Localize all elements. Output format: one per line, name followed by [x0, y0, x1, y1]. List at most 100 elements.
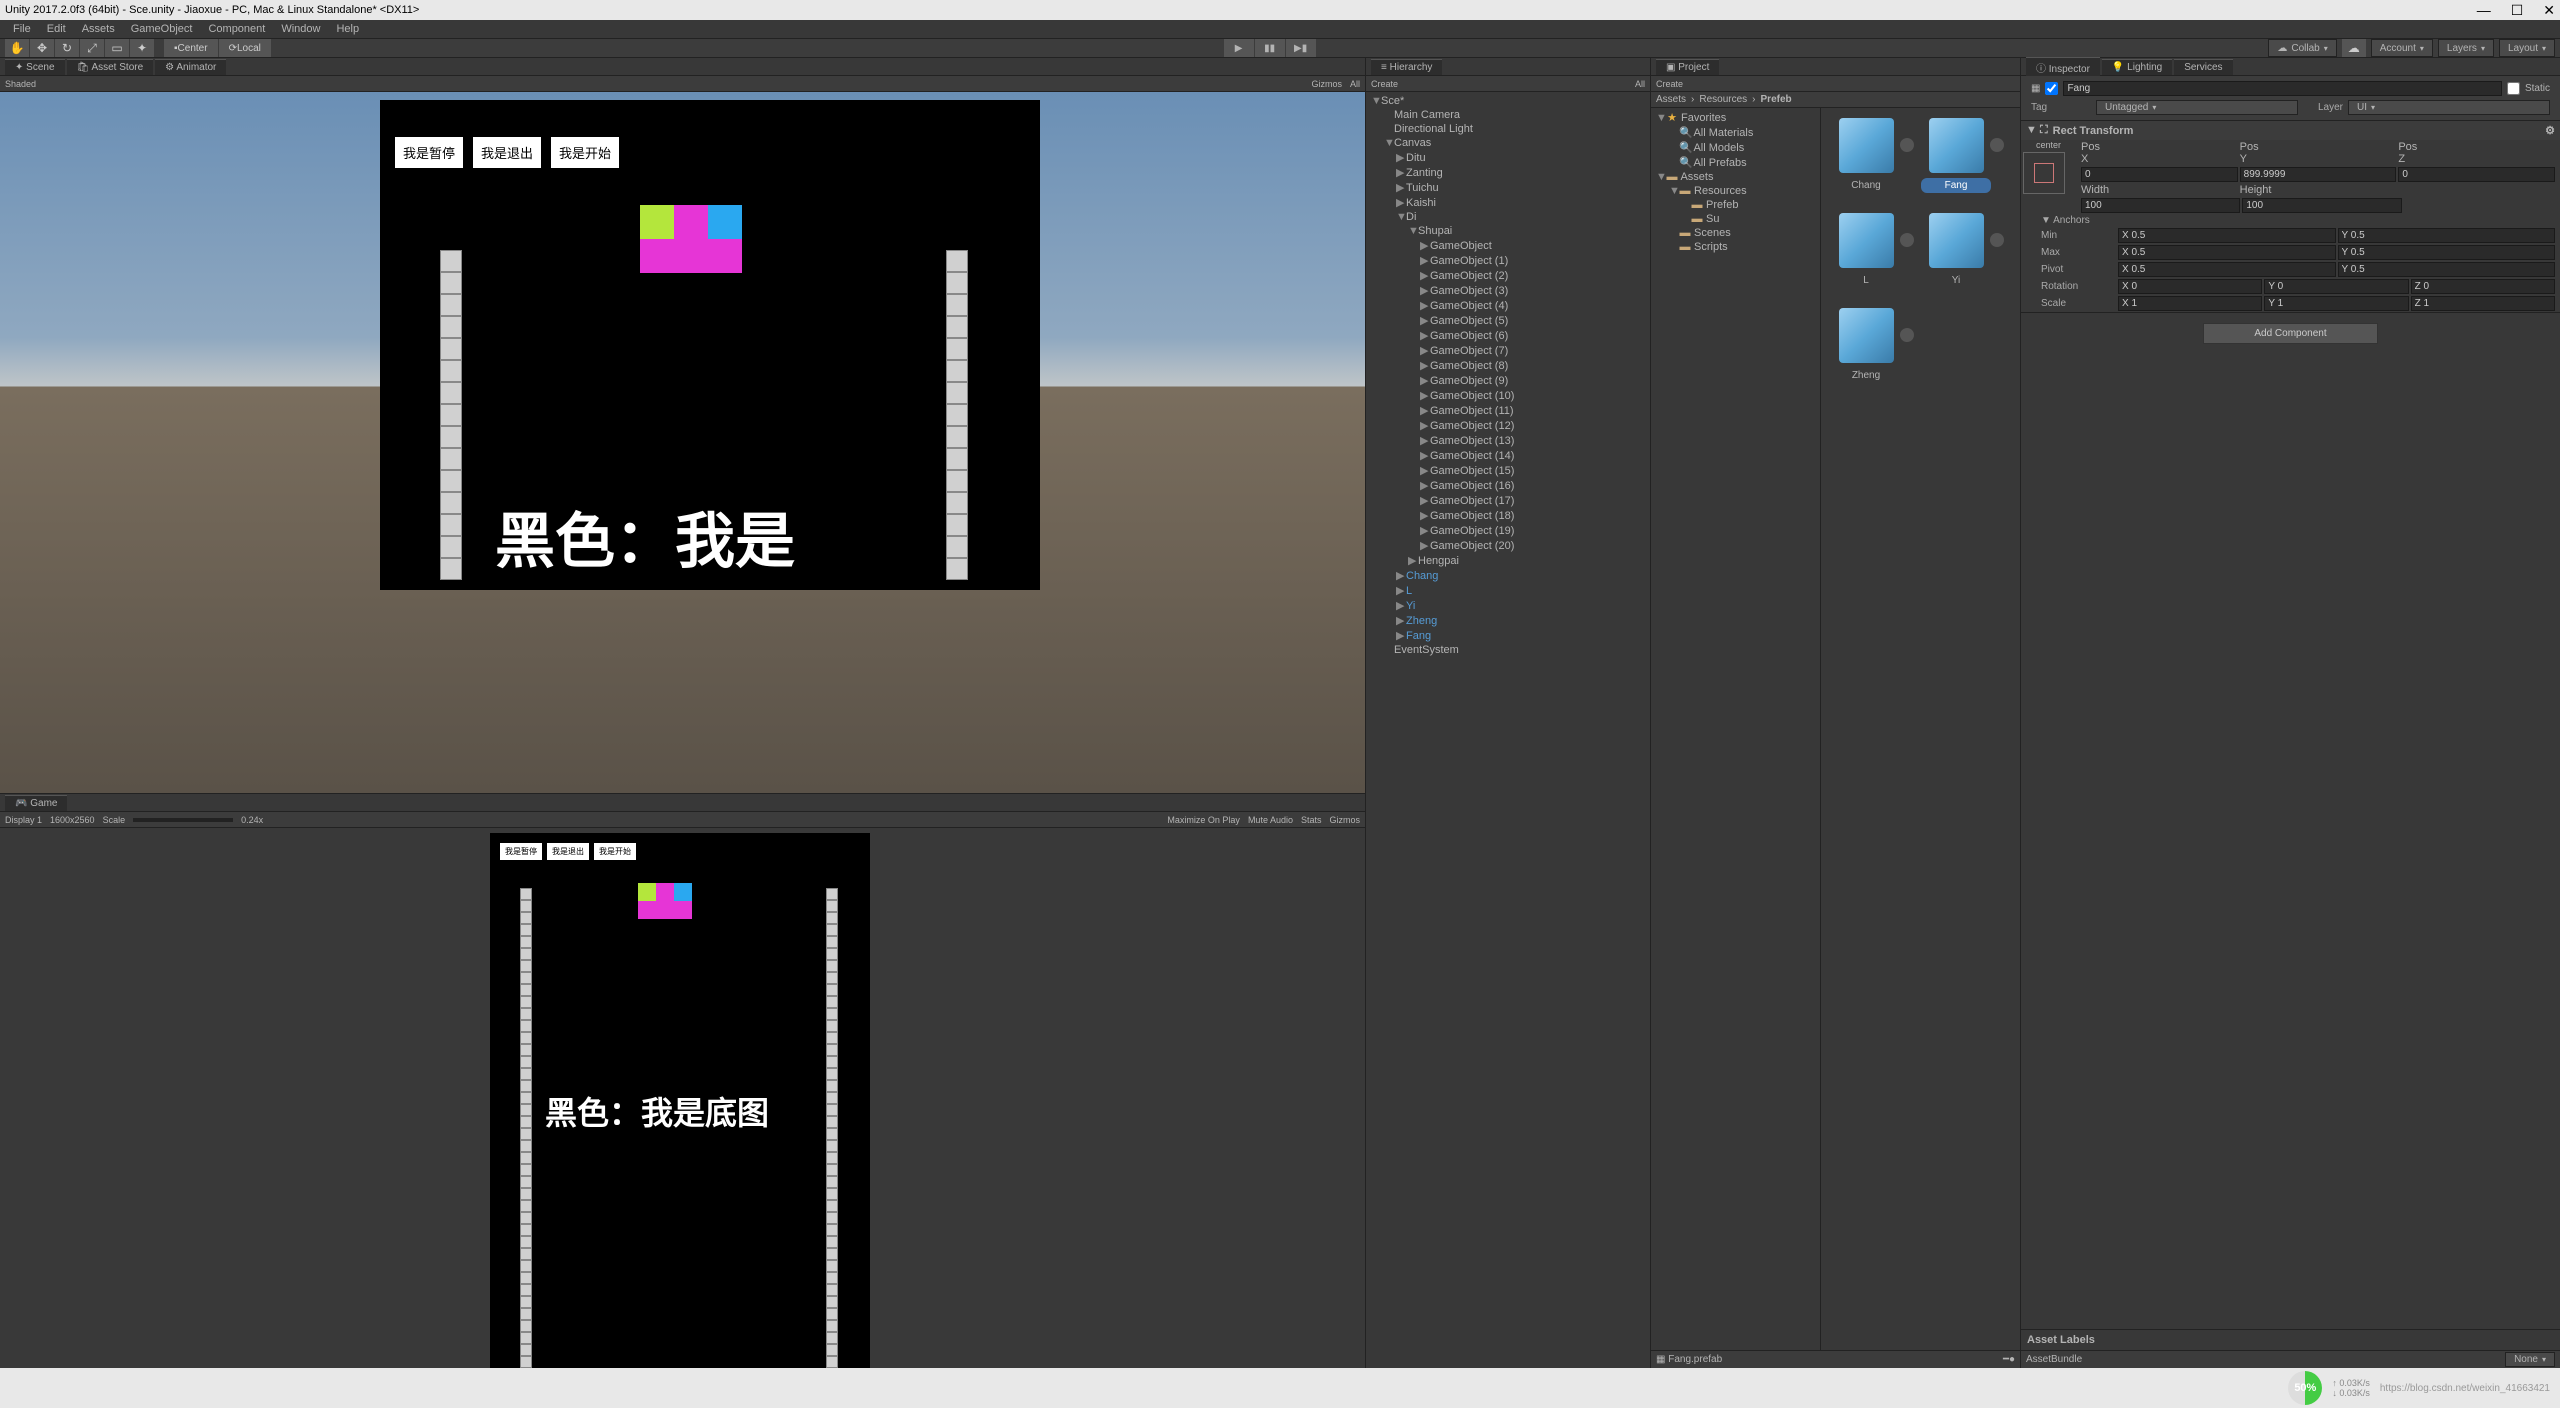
step-button[interactable]: ▶▮	[1286, 39, 1316, 57]
asset-grid[interactable]: ChangFangLYiZheng	[1821, 108, 2020, 393]
hierarchy-item[interactable]: ▶GameObject (17)	[1366, 493, 1650, 508]
move-tool-icon[interactable]: ✥	[30, 39, 54, 57]
menu-assets[interactable]: Assets	[74, 23, 123, 35]
menu-window[interactable]: Window	[273, 23, 328, 35]
hierarchy-item[interactable]: ▶Chang	[1366, 568, 1650, 583]
hierarchy-item[interactable]: ▶Hengpai	[1366, 553, 1650, 568]
animator-tab[interactable]: ⚙ Animator	[155, 59, 226, 75]
hierarchy-item[interactable]: Main Camera	[1366, 108, 1650, 122]
layer-dropdown[interactable]: UI	[2348, 100, 2550, 115]
hierarchy-item[interactable]: ▼Canvas	[1366, 136, 1650, 150]
project-tree-item[interactable]: ▼▬ Resources	[1651, 184, 1820, 198]
tag-dropdown[interactable]: Untagged	[2096, 100, 2298, 115]
hierarchy-item[interactable]: ▶GameObject	[1366, 238, 1650, 253]
anchor-max-x[interactable]	[2118, 245, 2336, 260]
maximize-play-toggle[interactable]: Maximize On Play	[1167, 815, 1240, 825]
hierarchy-item[interactable]: ▶GameObject (18)	[1366, 508, 1650, 523]
hand-tool-icon[interactable]: ✋	[5, 39, 29, 57]
game-canvas[interactable]: 我是暂停 我是退出 我是开始 黑色：我是底图	[0, 828, 1365, 1368]
shaded-dropdown[interactable]: Shaded	[5, 79, 36, 89]
layout-dropdown[interactable]: Layout	[2499, 39, 2555, 57]
anchor-min-y[interactable]	[2338, 228, 2556, 243]
hierarchy-item[interactable]: ▶GameObject (16)	[1366, 478, 1650, 493]
scene-tab[interactable]: ✦ Scene	[5, 59, 65, 75]
pivot-local-toggle[interactable]: ⟳ Local	[219, 39, 271, 57]
inspector-tab[interactable]: ⓘ Inspector	[2026, 57, 2100, 77]
rot-y[interactable]	[2264, 279, 2408, 294]
active-checkbox[interactable]	[2045, 82, 2058, 95]
hierarchy-item[interactable]: ▼Di	[1366, 210, 1650, 224]
hierarchy-item[interactable]: ▶GameObject (7)	[1366, 343, 1650, 358]
hierarchy-item[interactable]: ▶L	[1366, 583, 1650, 598]
hierarchy-item[interactable]: EventSystem	[1366, 643, 1650, 657]
close-icon[interactable]: ✕	[2543, 2, 2555, 19]
hierarchy-tree[interactable]: ▼Sce*Main CameraDirectional Light▼Canvas…	[1366, 92, 1650, 659]
gizmos-dropdown[interactable]: Gizmos	[1311, 79, 1342, 89]
hierarchy-item[interactable]: ▶GameObject (12)	[1366, 418, 1650, 433]
scale-x[interactable]	[2118, 296, 2262, 311]
anchor-max-y[interactable]	[2338, 245, 2556, 260]
project-tree-item[interactable]: ▬ Scenes	[1651, 226, 1820, 240]
asset-store-tab[interactable]: 🛍 Asset Store	[67, 59, 154, 75]
hierarchy-item[interactable]: ▼Sce*	[1366, 94, 1650, 108]
resolution-dropdown[interactable]: 1600x2560	[50, 815, 95, 825]
mute-audio-toggle[interactable]: Mute Audio	[1248, 815, 1293, 825]
project-breadcrumb[interactable]: Assets › Resources › Prefeb	[1651, 92, 2020, 108]
static-checkbox[interactable]	[2507, 82, 2520, 95]
pause-button[interactable]: ▮▮	[1255, 39, 1285, 57]
asset-item[interactable]: Chang	[1831, 118, 1901, 193]
project-tree-item[interactable]: 🔍 All Models	[1651, 140, 1820, 155]
project-tree-item[interactable]: ▬ Su	[1651, 212, 1820, 226]
hierarchy-create-dropdown[interactable]: Create	[1371, 79, 1398, 89]
hierarchy-item[interactable]: ▼Shupai	[1366, 224, 1650, 238]
rotate-tool-icon[interactable]: ↻	[55, 39, 79, 57]
transform-tool-icon[interactable]: ✦	[130, 39, 154, 57]
cloud-icon[interactable]: ☁	[2342, 39, 2366, 57]
hierarchy-item[interactable]: ▶GameObject (15)	[1366, 463, 1650, 478]
asset-item[interactable]: Yi	[1921, 213, 1991, 288]
rot-x[interactable]	[2118, 279, 2262, 294]
hierarchy-item[interactable]: ▶Kaishi	[1366, 195, 1650, 210]
game-tab[interactable]: 🎮 Game	[5, 795, 67, 811]
project-tab[interactable]: ▣ Project	[1656, 59, 1719, 75]
hierarchy-item[interactable]: ▶Tuichu	[1366, 180, 1650, 195]
account-dropdown[interactable]: Account	[2371, 39, 2433, 57]
maximize-icon[interactable]: ☐	[2511, 2, 2524, 19]
hierarchy-item[interactable]: ▶GameObject (3)	[1366, 283, 1650, 298]
width-input[interactable]	[2081, 198, 2240, 213]
pivot-y[interactable]	[2338, 262, 2556, 277]
project-tree[interactable]: ▼★ Favorites🔍 All Materials🔍 All Models🔍…	[1651, 108, 1821, 1350]
project-tree-item[interactable]: ▼★ Favorites	[1651, 110, 1820, 125]
asset-item[interactable]: Fang	[1921, 118, 1991, 193]
posy-input[interactable]	[2240, 167, 2397, 182]
hierarchy-item[interactable]: Directional Light	[1366, 122, 1650, 136]
hierarchy-item[interactable]: ▶GameObject (1)	[1366, 253, 1650, 268]
project-tree-item[interactable]: ▬ Scripts	[1651, 240, 1820, 254]
layers-dropdown[interactable]: Layers	[2438, 39, 2494, 57]
posz-input[interactable]	[2398, 167, 2555, 182]
hierarchy-item[interactable]: ▶GameObject (20)	[1366, 538, 1650, 553]
hierarchy-item[interactable]: ▶Yi	[1366, 598, 1650, 613]
game-start-button[interactable]: 我是开始	[594, 843, 636, 860]
hierarchy-item[interactable]: ▶GameObject (8)	[1366, 358, 1650, 373]
scene-canvas[interactable]: 我是暂停 我是退出 我是开始 黑色：我是	[0, 92, 1365, 793]
add-component-button[interactable]: Add Component	[2203, 323, 2377, 344]
menu-component[interactable]: Component	[200, 23, 273, 35]
height-input[interactable]	[2242, 198, 2401, 213]
hierarchy-item[interactable]: ▶Ditu	[1366, 150, 1650, 165]
minimize-icon[interactable]: —	[2477, 2, 2491, 19]
project-tree-item[interactable]: ▼▬ Assets	[1651, 170, 1820, 184]
scale-slider[interactable]	[133, 818, 233, 822]
scene-start-button[interactable]: 我是开始	[551, 137, 619, 168]
hierarchy-item[interactable]: ▶GameObject (14)	[1366, 448, 1650, 463]
hierarchy-tab[interactable]: ≡ Hierarchy	[1371, 59, 1442, 75]
hierarchy-item[interactable]: ▶GameObject (10)	[1366, 388, 1650, 403]
project-create-dropdown[interactable]: Create	[1656, 79, 1683, 89]
project-tree-item[interactable]: 🔍 All Prefabs	[1651, 155, 1820, 170]
stats-toggle[interactable]: Stats	[1301, 815, 1322, 825]
hierarchy-item[interactable]: ▶Zanting	[1366, 165, 1650, 180]
hierarchy-item[interactable]: ▶GameObject (13)	[1366, 433, 1650, 448]
scene-pause-button[interactable]: 我是暂停	[395, 137, 463, 168]
game-exit-button[interactable]: 我是退出	[547, 843, 589, 860]
assetbundle-dropdown[interactable]: None	[2505, 1352, 2555, 1367]
